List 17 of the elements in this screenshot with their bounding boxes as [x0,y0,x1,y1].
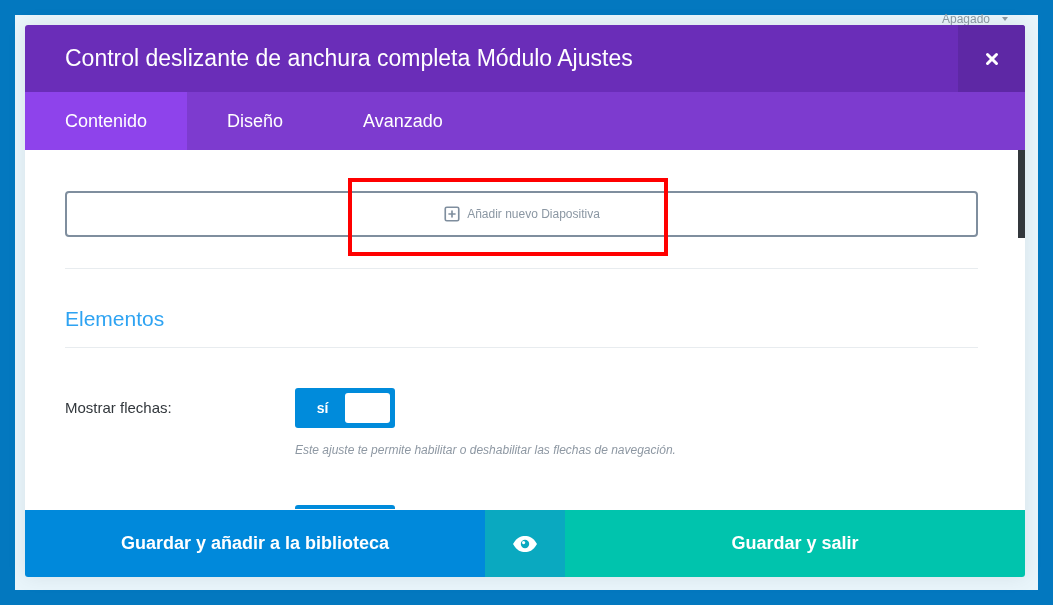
background-dropdown-text: Apagado [941,13,990,25]
eye-icon [513,535,537,552]
close-button[interactable] [958,25,1025,92]
add-slide-button[interactable]: Añadir nuevo Diapositiva [65,191,978,237]
setting-label: Mostrar flechas: [65,397,173,418]
plus-square-icon [443,205,462,223]
preview-button[interactable] [485,510,565,577]
tab[interactable]: Contenido [25,92,188,150]
help-text: Este ajuste te permite habilitar o deshabilitar las flechas de navegación. [295,442,677,458]
caret-icon [1002,17,1008,21]
section-title: Elementos [65,306,166,332]
scrollbar-thumb[interactable] [1018,150,1025,238]
modal-title: Control deslizante de anchura completa Módulo Ajustes [64,44,634,74]
save-and-exit-button[interactable]: Guardar y salir [565,510,1025,577]
save-to-library-button[interactable]: Guardar y añadir a la biblioteca [25,510,485,577]
toggle-switch[interactable]: sí [295,388,395,428]
toggle-knob [345,393,390,423]
